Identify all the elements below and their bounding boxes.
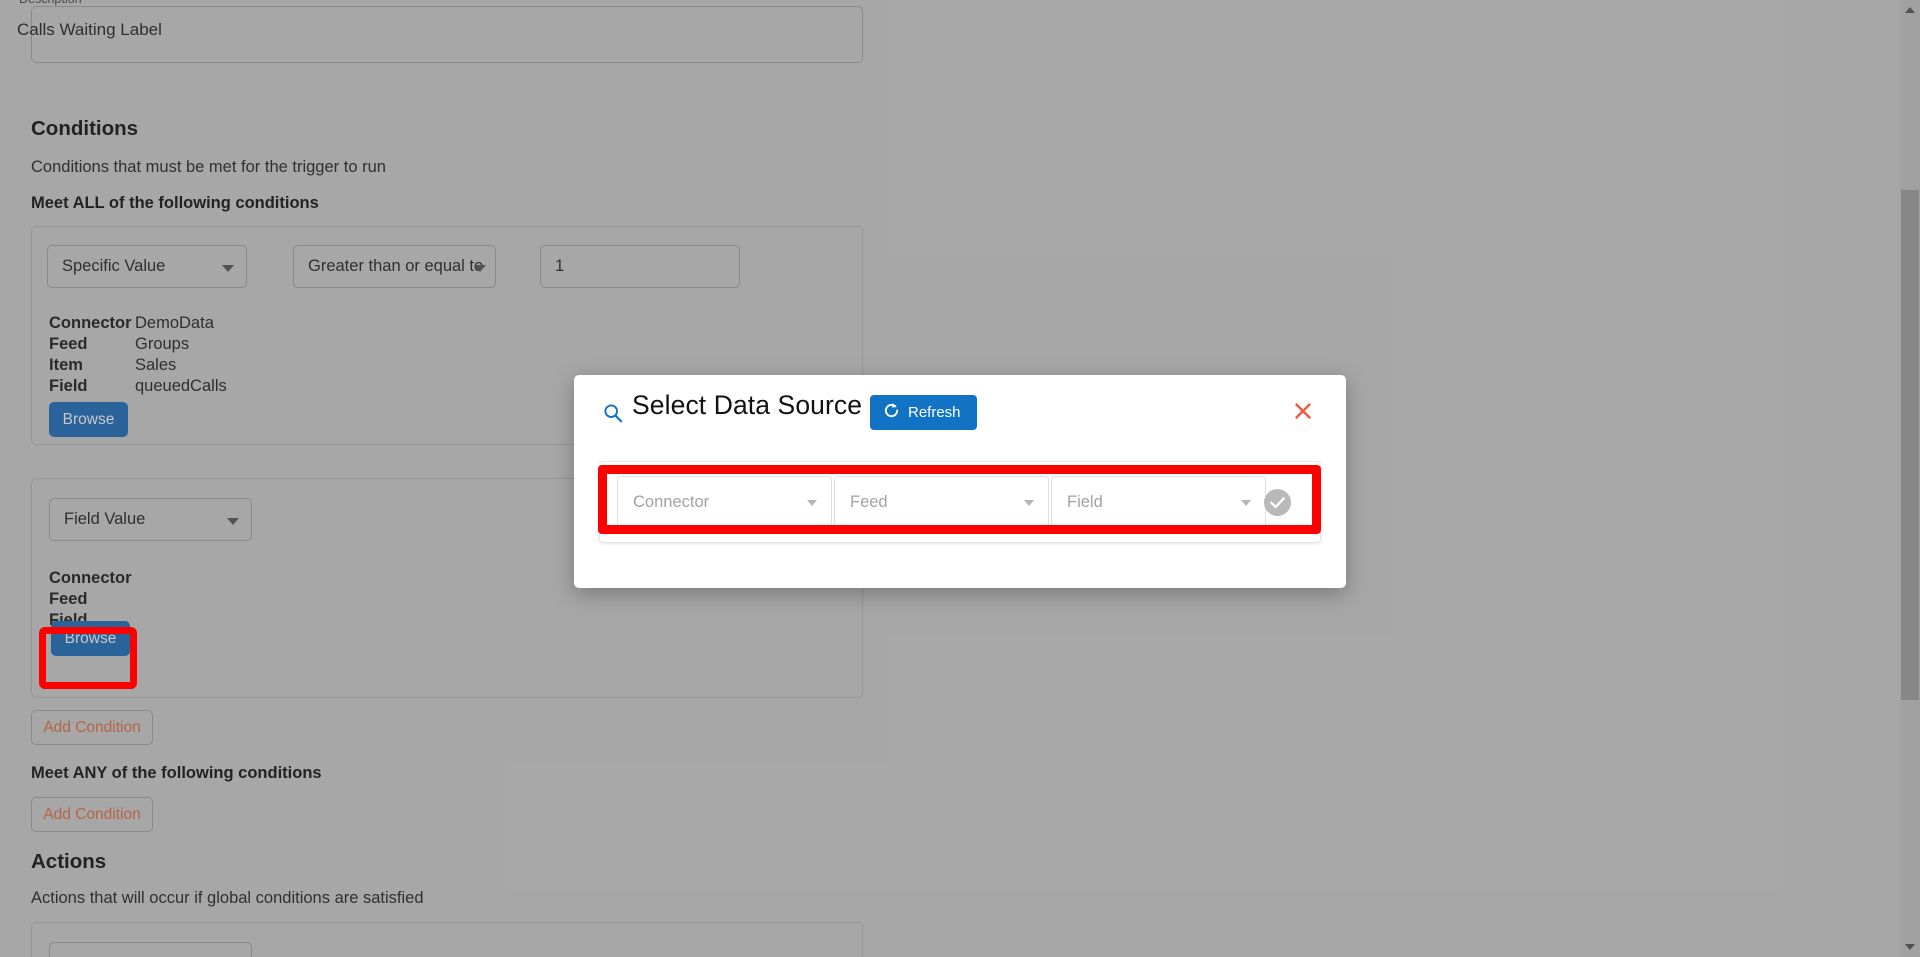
confirm-button[interactable] (1264, 489, 1291, 516)
close-button[interactable] (1289, 398, 1317, 426)
select-data-source-modal: Select Data Source Refresh Connector Fee… (574, 375, 1346, 588)
close-icon (1291, 402, 1315, 426)
chevron-down-icon (1024, 500, 1034, 506)
refresh-icon (883, 402, 900, 423)
check-circle-icon (1264, 489, 1291, 519)
modal-title: Select Data Source (632, 390, 863, 420)
chevron-down-icon (807, 500, 817, 506)
chevron-down-icon (1241, 500, 1251, 506)
connector-select-placeholder: Connector (633, 492, 710, 511)
modal-header: Select Data Source Refresh (574, 375, 1346, 453)
search-icon (603, 403, 623, 423)
field-select[interactable]: Field (1051, 476, 1266, 528)
refresh-button[interactable]: Refresh (870, 395, 977, 430)
feed-select[interactable]: Feed (834, 476, 1049, 528)
connector-select[interactable]: Connector (617, 476, 832, 528)
refresh-label: Refresh (908, 404, 961, 421)
data-source-selector-card: Connector Feed Field (599, 461, 1321, 543)
field-select-placeholder: Field (1067, 492, 1103, 511)
feed-select-placeholder: Feed (850, 492, 888, 511)
